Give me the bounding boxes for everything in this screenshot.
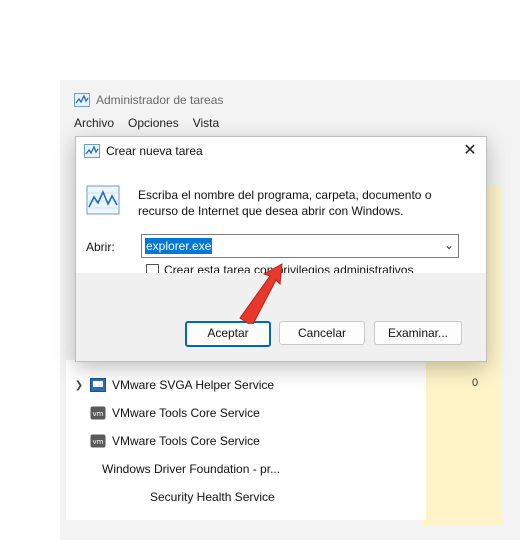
task-manager-title: Administrador de tareas xyxy=(96,93,224,107)
accept-button[interactable]: Aceptar xyxy=(185,321,271,347)
dialog-titlebar: Crear nueva tarea ✕ xyxy=(76,137,486,165)
task-manager-icon xyxy=(74,93,90,107)
chevron-right-icon[interactable]: ❯ xyxy=(74,380,84,391)
create-task-dialog: Crear nueva tarea ✕ Escriba el nombre de… xyxy=(75,136,487,362)
column-value-cell: 0 xyxy=(472,377,479,389)
dialog-description: Escriba el nombre del programa, carpeta,… xyxy=(138,188,432,218)
process-row[interactable]: Security Health Service xyxy=(120,486,275,508)
dialog-title: Crear nueva tarea xyxy=(106,144,203,158)
process-row[interactable]: vm VMware Tools Core Service xyxy=(74,430,260,452)
close-button[interactable]: ✕ xyxy=(460,141,480,161)
run-app-icon xyxy=(86,185,120,215)
process-name: VMware Tools Core Service xyxy=(112,434,260,448)
process-row[interactable]: Windows Driver Foundation - pr... xyxy=(90,458,280,480)
open-combobox[interactable]: explorer.exe ⌄ xyxy=(141,234,459,258)
menu-vista[interactable]: Vista xyxy=(193,116,219,134)
vmware-icon: vm xyxy=(90,406,106,420)
browse-button[interactable]: Examinar... xyxy=(374,321,462,345)
menu-archivo[interactable]: Archivo xyxy=(74,116,114,134)
svg-text:vm: vm xyxy=(93,438,104,446)
service-icon xyxy=(90,378,106,392)
vmware-icon: vm xyxy=(90,434,106,448)
close-icon[interactable]: ✕ xyxy=(463,142,476,159)
open-input-value[interactable]: explorer.exe xyxy=(145,238,213,254)
task-manager-titlebar: Administrador de tareas xyxy=(74,90,223,110)
process-row[interactable]: ❯ VMware SVGA Helper Service xyxy=(74,374,274,396)
annotation-arrow-icon xyxy=(239,263,283,324)
chevron-down-icon[interactable]: ⌄ xyxy=(444,238,454,252)
menu-opciones[interactable]: Opciones xyxy=(128,116,179,134)
svg-text:vm: vm xyxy=(93,410,104,418)
process-name: VMware Tools Core Service xyxy=(112,406,260,420)
dialog-body: Escriba el nombre del programa, carpeta,… xyxy=(76,165,486,277)
process-name: VMware SVGA Helper Service xyxy=(112,378,275,392)
cancel-button[interactable]: Cancelar xyxy=(279,321,365,345)
open-label: Abrir: xyxy=(86,240,115,254)
process-name: Windows Driver Foundation - pr... xyxy=(102,462,281,476)
process-name: Security Health Service xyxy=(150,490,275,504)
task-manager-menubar: Archivo Opciones Vista xyxy=(74,116,219,134)
task-manager-icon xyxy=(84,144,100,158)
process-row[interactable]: vm VMware Tools Core Service xyxy=(74,402,260,424)
